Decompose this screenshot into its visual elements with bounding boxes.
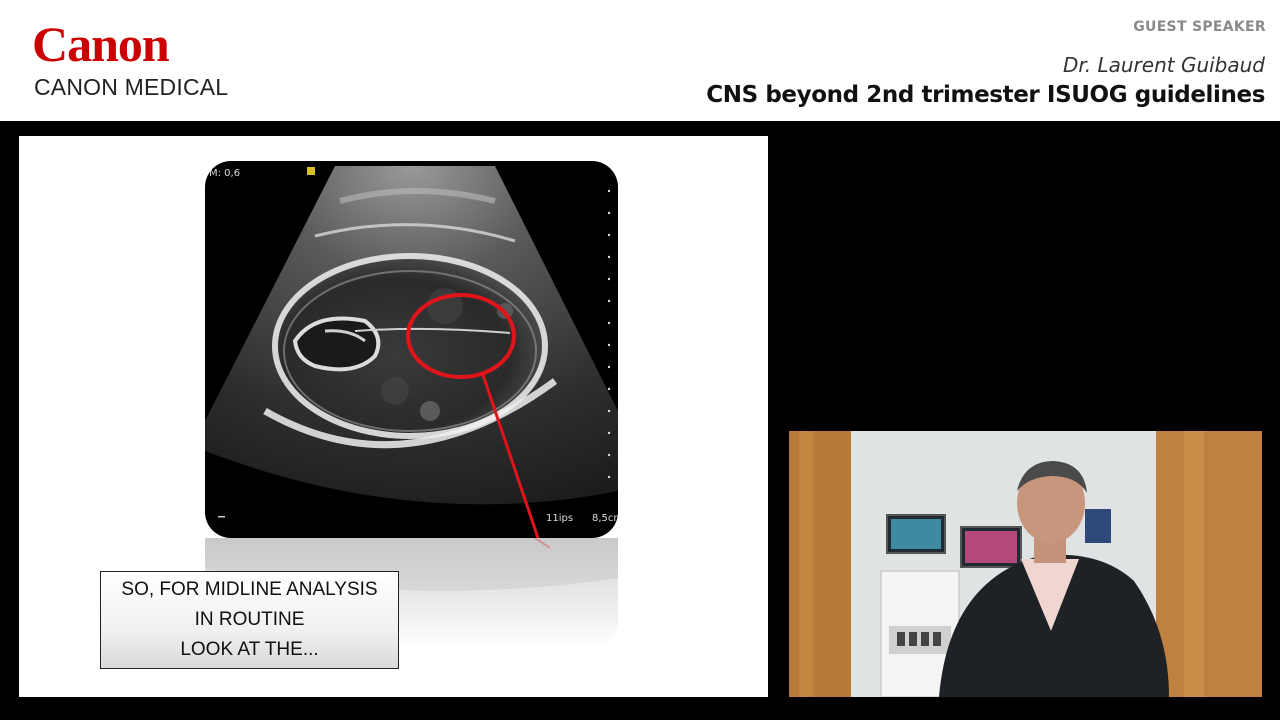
guest-speaker-label: GUEST SPEAKER xyxy=(1133,19,1266,35)
canon-medical-label: CANON MEDICAL xyxy=(34,74,229,100)
caption-line-1: SO, FOR MIDLINE ANALYSIS xyxy=(121,579,378,600)
caption-box: SO, FOR MIDLINE ANALYSIS IN ROUTINE LOOK… xyxy=(100,571,399,669)
canon-logo: Canon xyxy=(32,16,170,72)
speaker-video xyxy=(789,431,1262,697)
ultrasound-scan-graphic xyxy=(205,166,618,538)
header-bar: Canon CANON MEDICAL GUEST SPEAKER Dr. La… xyxy=(0,0,1280,121)
presentation-slide: M: 0,6 11ips 8,5cm SO, FOR MIDLINE ANALY… xyxy=(19,136,768,697)
talk-title: CNS beyond 2nd trimester ISUOG guideline… xyxy=(706,82,1265,108)
speaker-name: Dr. Laurent Guibaud xyxy=(1062,53,1265,77)
depth-label: 8,5cm xyxy=(592,513,618,524)
caption-line-3: LOOK AT THE... xyxy=(180,639,319,660)
ultrasound-image: M: 0,6 11ips 8,5cm xyxy=(205,161,618,538)
frame-rate-label: 11ips xyxy=(546,513,574,524)
ultrasound-mode-label: M: 0,6 xyxy=(209,168,241,179)
caption-line-2: IN ROUTINE xyxy=(194,609,305,630)
speaker-video-frame xyxy=(789,431,1262,697)
